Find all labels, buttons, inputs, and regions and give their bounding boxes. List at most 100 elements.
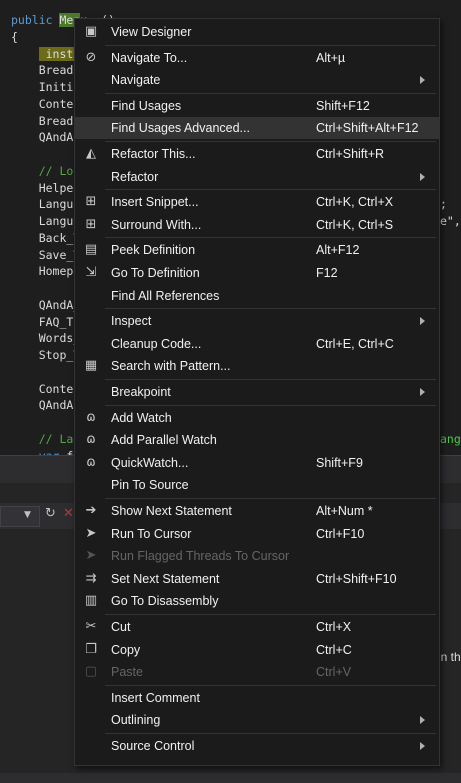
- menu-item-search-with-pattern[interactable]: ▦ Search with Pattern...: [75, 355, 439, 377]
- menu-item-shortcut: Ctrl+E, Ctrl+C: [316, 336, 394, 351]
- code-token: QAndA_: [11, 297, 81, 312]
- menu-item-shortcut: F12: [316, 266, 338, 280]
- menu-separator: [105, 733, 436, 734]
- chevron-down-icon: ▼: [24, 510, 31, 520]
- code-token: FAQ_Te: [11, 314, 81, 329]
- code-token: Breadc: [11, 63, 81, 78]
- menu-separator: [105, 92, 436, 94]
- code-line: Conten: [11, 96, 81, 113]
- navigate-to-icon: ⊘: [85, 49, 97, 65]
- go-to-definition-icon: ⇲: [85, 265, 97, 280]
- code-line: Words_: [11, 330, 81, 347]
- insert-snippet-icon: ⊞: [85, 194, 97, 210]
- menu-item-label: Find Usages: [111, 98, 182, 113]
- code-fragment: e",: [440, 214, 461, 228]
- menu-item-cut[interactable]: ✂ Cut Ctrl+X: [75, 616, 439, 638]
- submenu-arrow-icon: [420, 76, 425, 85]
- show-next-statement-icon: ➔: [85, 503, 97, 518]
- code-token: public: [11, 13, 60, 27]
- menu-item-show-next-statement[interactable]: ➔ Show Next Statement Alt+Num *: [75, 500, 439, 522]
- code-line: Initia: [11, 79, 81, 96]
- menu-item-go-to-definition[interactable]: ⇲ Go To Definition F12: [75, 262, 439, 284]
- menu-item-pin-to-source[interactable]: Pin To Source: [75, 474, 439, 496]
- menu-item-label: Show Next Statement: [111, 504, 232, 518]
- code-token: QAndAH: [11, 398, 81, 413]
- code-token: QAndAH: [11, 130, 81, 145]
- menu-item-label: Insert Snippet...: [111, 195, 199, 210]
- menu-item-surround-with[interactable]: ⊞ Surround With... Ctrl+K, Ctrl+S: [75, 214, 439, 236]
- menu-item-add-parallel-watch[interactable]: ɷ Add Parallel Watch: [75, 429, 439, 451]
- code-fragment: angu: [440, 431, 461, 446]
- menu-item-refactor-this[interactable]: ◭ Refactor This... Ctrl+Shift+R: [75, 143, 439, 165]
- add-watch-icon: ɷ: [86, 409, 96, 425]
- code-line: QAndAH: [11, 397, 81, 414]
- tool-window-text: in th: [438, 650, 461, 664]
- menu-item-find-usages[interactable]: Find Usages Shift+F12: [75, 95, 439, 117]
- menu-item-find-usages-advanced[interactable]: Find Usages Advanced... Ctrl+Shift+Alt+F1…: [75, 117, 439, 140]
- menu-item-label: Pin To Source: [111, 478, 189, 493]
- menu-item-shortcut: Ctrl+X: [316, 620, 352, 634]
- menu-item-label: Copy: [111, 642, 141, 657]
- code-token: Langua: [11, 214, 81, 228]
- view-designer-icon: ▣: [84, 24, 98, 39]
- menu-item-label: Cleanup Code...: [111, 336, 202, 351]
- code-line: Save_T: [11, 247, 81, 264]
- code-token: Initia: [11, 80, 81, 94]
- surround-with-icon: ⊞: [85, 216, 97, 232]
- menu-item-breakpoint[interactable]: Breakpoint: [75, 381, 439, 403]
- menu-item-source-control[interactable]: Source Control: [75, 735, 439, 757]
- code-line: FAQ_Te: [11, 314, 81, 331]
- menu-item-set-next-statement[interactable]: ⇉ Set Next Statement Ctrl+Shift+F10: [75, 568, 439, 590]
- stop-icon[interactable]: ✕: [63, 507, 74, 521]
- code-token: // Loc: [11, 163, 81, 178]
- code-line: Conten: [11, 381, 81, 398]
- menu-item-label: Add Parallel Watch: [111, 433, 217, 448]
- menu-item-label: Navigate To...: [111, 50, 188, 65]
- scope-dropdown[interactable]: [0, 506, 40, 527]
- menu-separator: [105, 404, 436, 406]
- menu-item-go-to-disassembly[interactable]: ▥ Go To Disassembly: [75, 590, 439, 612]
- menu-item-quickwatch[interactable]: ɷ QuickWatch... Shift+F9: [75, 452, 439, 474]
- code-line: insta: [11, 46, 81, 63]
- menu-item-label: Go To Definition: [111, 266, 200, 280]
- menu-item-label: Go To Disassembly: [111, 594, 219, 609]
- menu-separator: [105, 189, 436, 191]
- add-parallel-watch-icon: ɷ: [86, 432, 96, 448]
- menu-item-insert-comment[interactable]: Insert Comment: [75, 687, 439, 709]
- code-line: Back_T: [11, 230, 81, 247]
- refactor-icon: ◭: [86, 146, 96, 161]
- code-line: QAndAH: [11, 129, 81, 146]
- quickwatch-icon: ɷ: [86, 454, 96, 470]
- menu-item-label: Set Next Statement: [111, 571, 220, 586]
- code-line: Breadc: [11, 62, 81, 79]
- run-to-cursor-icon: ➤: [85, 525, 97, 541]
- menu-item-view-designer[interactable]: ▣ View Designer: [75, 21, 439, 43]
- menu-item-inspect[interactable]: Inspect: [75, 310, 439, 332]
- menu-item-add-watch[interactable]: ɷ Add Watch: [75, 407, 439, 429]
- code-line: {: [11, 29, 18, 46]
- menu-item-label: Outlining: [111, 713, 161, 728]
- context-menu: ▣ View Designer ⊘ Navigate To... Alt+µ Naviga…: [74, 18, 440, 766]
- menu-item-label: Refactor This...: [111, 147, 196, 161]
- code-token: Conten: [11, 96, 81, 111]
- menu-item-shortcut: Alt+F12: [316, 243, 360, 258]
- code-line: // Lan: [11, 431, 81, 448]
- menu-item-run-to-cursor[interactable]: ➤ Run To Cursor Ctrl+F10: [75, 523, 439, 545]
- refresh-icon[interactable]: ↻: [45, 507, 59, 521]
- menu-item-navigate-to[interactable]: ⊘ Navigate To... Alt+µ: [75, 47, 439, 69]
- menu-item-peek-definition[interactable]: ▤ Peek Definition Alt+F12: [75, 239, 439, 261]
- menu-item-shortcut: Ctrl+Shift+R: [316, 147, 385, 161]
- menu-item-outlining[interactable]: Outlining: [75, 709, 439, 731]
- menu-separator: [105, 44, 436, 46]
- menu-separator: [105, 308, 436, 310]
- menu-item-refactor[interactable]: Refactor: [75, 166, 439, 188]
- menu-item-shortcut: Alt+µ: [316, 50, 346, 65]
- menu-item-copy[interactable]: ❐ Copy Ctrl+C: [75, 639, 439, 661]
- code-fragment: ;: [440, 197, 447, 212]
- menu-item-cleanup-code[interactable]: Cleanup Code... Ctrl+E, Ctrl+C: [75, 333, 439, 355]
- menu-item-navigate[interactable]: Navigate: [75, 69, 439, 91]
- menu-item-insert-snippet[interactable]: ⊞ Insert Snippet... Ctrl+K, Ctrl+X: [75, 191, 439, 213]
- code-line: Langua: [11, 196, 81, 213]
- menu-item-find-all-references[interactable]: Find All References: [75, 285, 439, 307]
